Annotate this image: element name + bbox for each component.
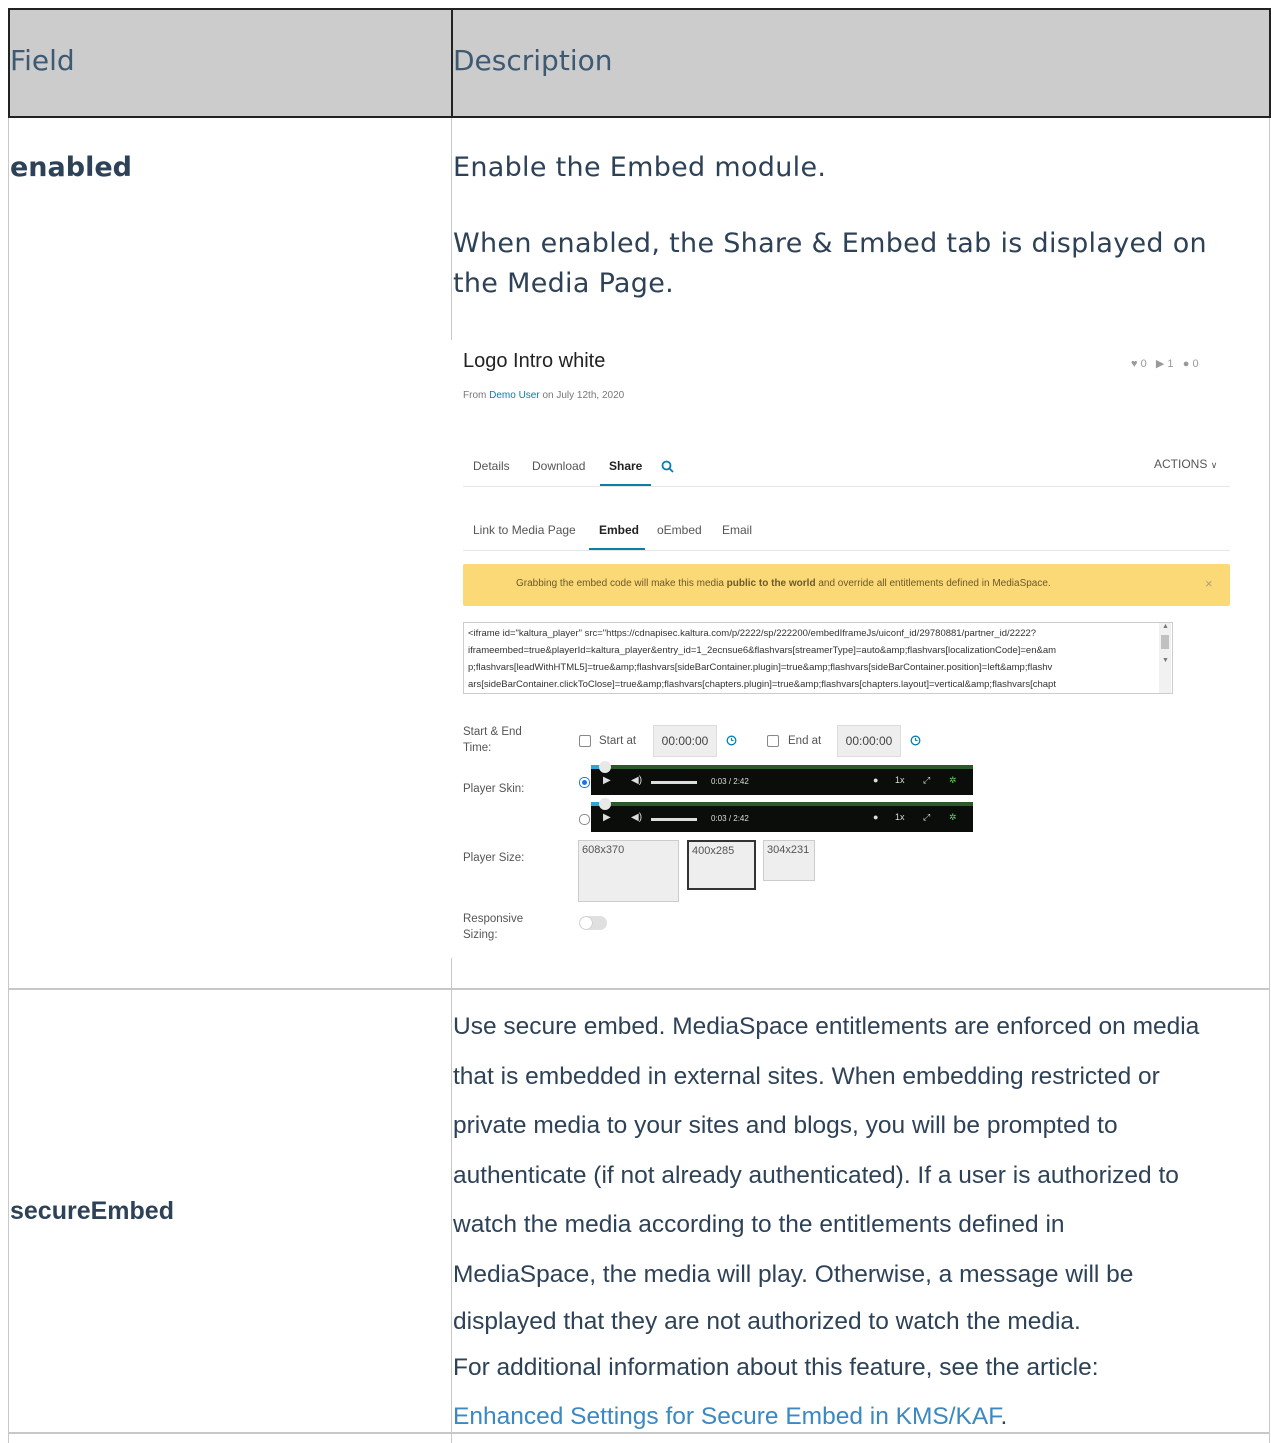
fullscreen-icon: ⤢	[923, 775, 931, 785]
warning-banner: Grabbing the embed code will make this m…	[463, 564, 1230, 606]
subtab-link[interactable]: Link to Media Page	[473, 523, 576, 537]
column-divider-1	[451, 118, 452, 340]
logo-icon: ✲	[949, 775, 957, 785]
size-option-608x370[interactable]: 608x370	[578, 840, 679, 902]
end-at-label: End at	[788, 735, 822, 747]
heart-icon: ♥	[1131, 358, 1138, 370]
captions-icon: ●	[873, 775, 879, 785]
tabs-divider	[463, 486, 1230, 487]
share-embed-screenshot: Logo Intro white ♥ 0 ▶ 1 ● 0 From Demo U…	[455, 340, 1245, 960]
search-icon[interactable]	[661, 460, 674, 473]
play-icon: ▶	[603, 775, 611, 786]
size-option-304x231[interactable]: 304x231	[763, 840, 815, 881]
captions-icon: ●	[873, 812, 879, 822]
start-at-checkbox[interactable]	[579, 735, 591, 747]
tab-details[interactable]: Details	[473, 459, 510, 473]
tab-download[interactable]: Download	[532, 459, 585, 473]
logo-icon: ✲	[949, 812, 957, 822]
enabled-desc-line-2: When enabled, the Share & Embed tab is d…	[453, 228, 1207, 259]
enabled-desc-line-3: the Media Page.	[453, 268, 675, 299]
actions-menu[interactable]: ACTIONS ∨	[1154, 457, 1217, 471]
plays-count: 1	[1167, 358, 1174, 370]
fullscreen-icon: ⤢	[923, 812, 931, 822]
start-time-input[interactable]: 00:00:00	[653, 725, 717, 757]
row-divider-1	[8, 988, 1270, 990]
secure-embed-description: Use secure embed. MediaSpace entitlement…	[453, 1013, 1200, 1430]
size-option-400x285[interactable]: 400x285	[687, 840, 756, 890]
end-time-input[interactable]: 00:00:00	[837, 725, 901, 757]
comments-count: 0	[1192, 358, 1199, 370]
left-border	[8, 118, 9, 1443]
clock-icon[interactable]	[726, 735, 737, 746]
subtab-oembed[interactable]: oEmbed	[657, 523, 702, 537]
start-at-label: Start at	[599, 735, 637, 747]
player-skin-preview-1: ▶ ◀) 0:03 / 2:42 ● 1x ⤢ ✲	[591, 761, 973, 795]
embed-code-textarea[interactable]: <iframe id="kaltura_player" src="https:/…	[463, 622, 1173, 694]
media-title: Logo Intro white	[463, 350, 606, 372]
header-field: Field	[10, 44, 75, 77]
table-header	[8, 8, 1271, 118]
responsive-sizing-toggle[interactable]	[579, 916, 607, 930]
column-divider-2	[451, 958, 452, 1443]
subtabs-divider	[463, 550, 1230, 551]
comment-icon: ●	[1182, 358, 1190, 370]
volume-icon: ◀)	[631, 775, 643, 786]
code-scrollbar[interactable]: ▲ ▼	[1159, 623, 1171, 693]
subtab-email[interactable]: Email	[722, 523, 752, 537]
responsive-sizing-label: Responsive Sizing:	[463, 913, 524, 941]
play-icon: ▶	[1155, 358, 1165, 370]
end-at-checkbox[interactable]	[767, 735, 779, 747]
media-byline: From Demo User on July 12th, 2020	[463, 390, 625, 401]
clock-icon[interactable]	[910, 735, 921, 746]
field-secure-embed: secureEmbed	[10, 1197, 174, 1225]
media-stats: ♥ 0 ▶ 1 ● 0	[1131, 357, 1199, 370]
chevron-down-icon: ∨	[1210, 460, 1218, 470]
close-icon[interactable]: ×	[1205, 576, 1213, 591]
right-border	[1269, 118, 1270, 1443]
tab-share[interactable]: Share	[609, 459, 642, 473]
skin-radio-1[interactable]	[579, 777, 590, 788]
player-skin-label: Player Skin:	[463, 783, 525, 795]
subtab-embed[interactable]: Embed	[599, 523, 639, 537]
volume-icon: ◀)	[631, 812, 643, 823]
start-end-label: Start & End Time:	[463, 726, 522, 754]
secure-embed-article-link[interactable]: Enhanced Settings for Secure Embed in KM…	[453, 1403, 1000, 1430]
play-icon: ▶	[603, 812, 611, 823]
field-enabled: enabled	[10, 152, 132, 183]
skin-radio-2[interactable]	[579, 814, 590, 825]
player-size-label: Player Size:	[463, 852, 525, 864]
enabled-desc-line-1: Enable the Embed module.	[453, 152, 827, 183]
author-link[interactable]: Demo User	[489, 390, 540, 401]
warning-text: Grabbing the embed code will make this m…	[516, 578, 1051, 589]
player-skin-preview-2: ▶ ◀) 0:03 / 2:42 ● 1x ⤢ ✲	[591, 798, 973, 832]
likes-count: 0	[1140, 358, 1147, 370]
header-description: Description	[453, 44, 613, 77]
